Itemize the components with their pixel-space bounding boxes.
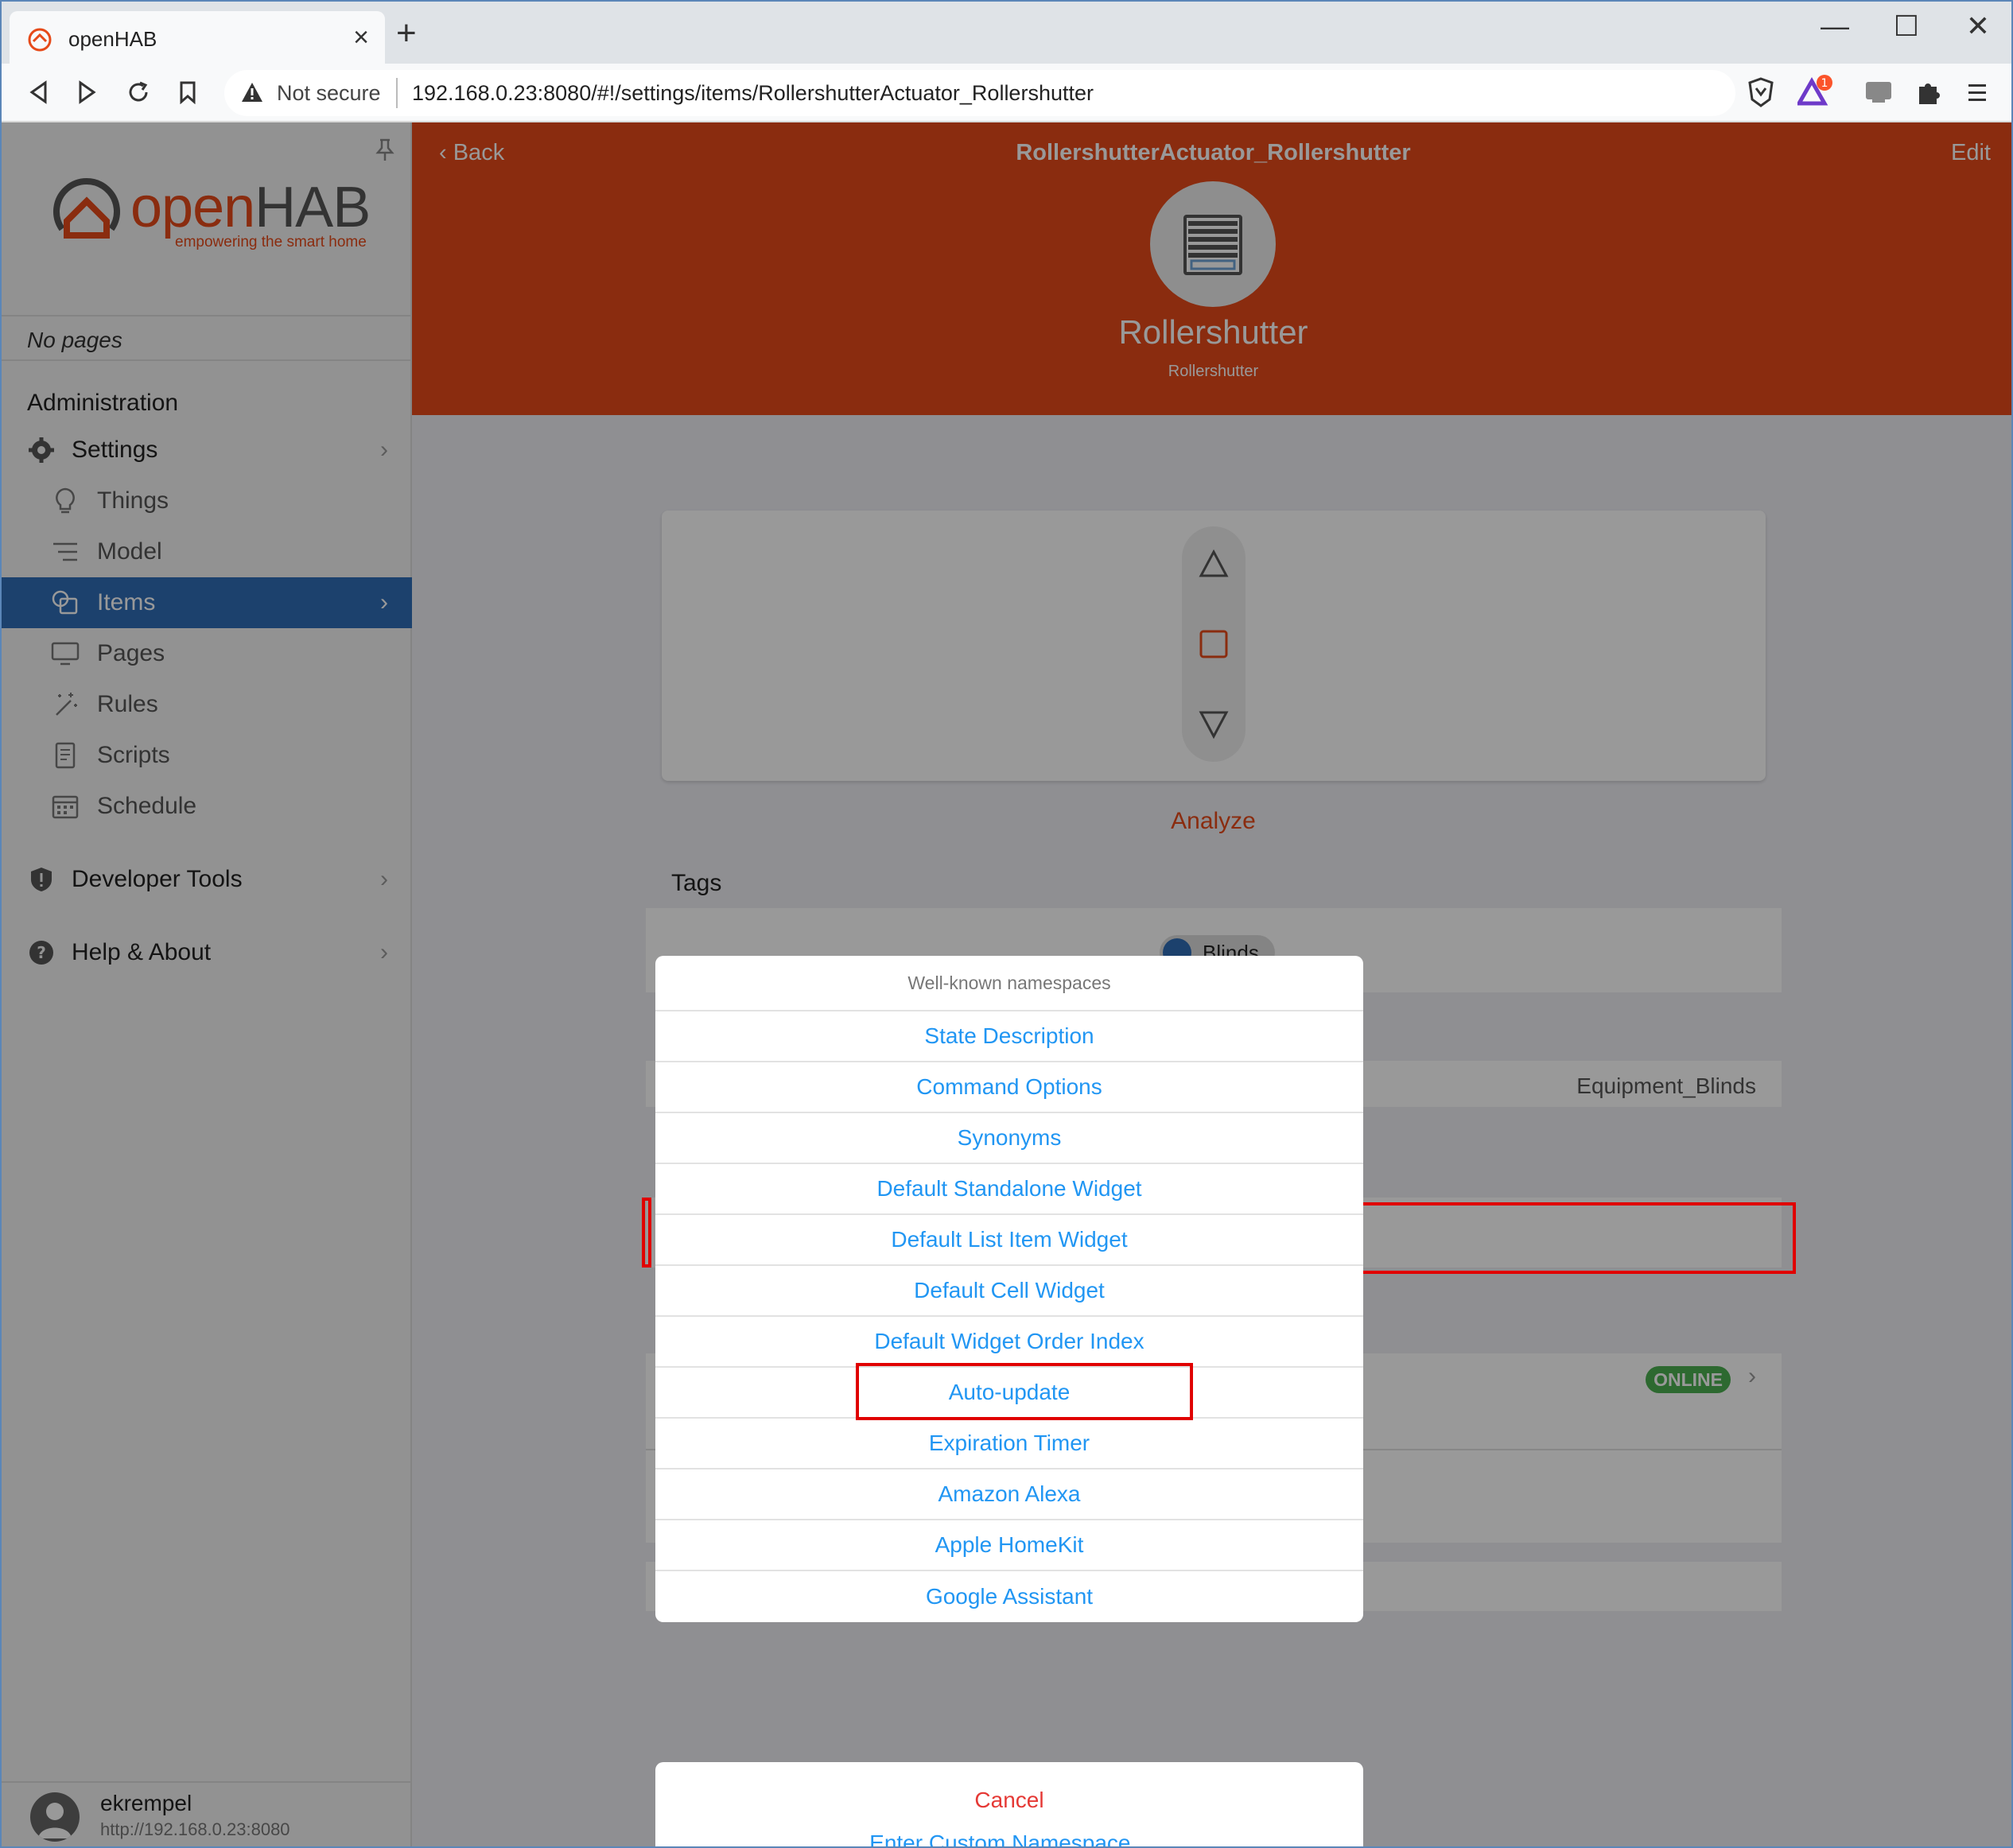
tab-bar: openHAB × + — ☐ ✕ [2, 2, 2011, 64]
browser-toolbar: Not secure 192.168.0.23:8080/#!/settings… [2, 64, 2011, 122]
browser-menu-icon[interactable] [1960, 75, 1995, 110]
wellknown-namespaces-sheet: Well-known namespaces State Description … [655, 956, 1363, 1622]
tab-title: openHAB [68, 27, 157, 51]
openhab-favicon-icon [28, 28, 52, 52]
close-window-icon[interactable]: ✕ [1950, 10, 2006, 43]
address-bar[interactable]: Not secure 192.168.0.23:8080/#!/settings… [224, 70, 1735, 116]
maximize-icon[interactable]: ☐ [1879, 10, 1934, 43]
namespace-default-widget-order-index-button[interactable]: Default Widget Order Index [655, 1317, 1363, 1368]
back-nav-icon[interactable] [21, 75, 56, 110]
highlight-box-left [642, 1198, 651, 1268]
svg-text:1: 1 [1821, 77, 1828, 90]
highlight-box-right [1360, 1202, 1796, 1274]
url-text[interactable]: 192.168.0.23:8080/#!/settings/items/Roll… [412, 81, 1094, 106]
close-tab-icon[interactable]: × [353, 22, 369, 53]
namespace-default-list-item-widget-button[interactable]: Default List Item Widget [655, 1215, 1363, 1266]
browser-window: openHAB × + — ☐ ✕ Not secure 192.168.0.2… [0, 0, 2013, 1848]
namespace-default-cell-widget-button[interactable]: Default Cell Widget [655, 1266, 1363, 1317]
namespace-google-assistant-button[interactable]: Google Assistant [655, 1571, 1363, 1622]
cancel-sheet: Cancel [655, 1775, 1363, 1826]
namespace-expiration-timer-button[interactable]: Expiration Timer [655, 1419, 1363, 1469]
namespace-synonyms-button[interactable]: Synonyms [655, 1113, 1363, 1164]
security-label[interactable]: Not secure [277, 81, 381, 106]
warning-icon [242, 83, 262, 102]
css-extension-icon[interactable] [1861, 75, 1896, 110]
new-tab-icon[interactable]: + [396, 16, 417, 51]
minimize-icon[interactable]: — [1807, 10, 1863, 43]
namespace-amazon-alexa-button[interactable]: Amazon Alexa [655, 1469, 1363, 1520]
sheet-header: Well-known namespaces [655, 956, 1363, 1011]
forward-nav-icon[interactable] [70, 75, 105, 110]
namespace-command-options-button[interactable]: Command Options [655, 1062, 1363, 1113]
cancel-button[interactable]: Cancel [655, 1775, 1363, 1826]
extensions-puzzle-icon[interactable] [1910, 75, 1945, 110]
namespace-apple-homekit-button[interactable]: Apple HomeKit [655, 1520, 1363, 1571]
reload-icon[interactable] [121, 75, 156, 110]
brave-shield-icon[interactable] [1743, 75, 1778, 110]
bookmark-icon[interactable] [170, 75, 205, 110]
highlight-box-auto-update [856, 1363, 1193, 1420]
namespace-default-standalone-widget-button[interactable]: Default Standalone Widget [655, 1164, 1363, 1215]
brave-rewards-icon[interactable]: 1 [1797, 75, 1832, 110]
openhab-app: openHAB empowering the smart home No pag… [2, 122, 2011, 1846]
browser-tab[interactable]: openHAB × [10, 11, 385, 64]
namespace-state-description-button[interactable]: State Description [655, 1011, 1363, 1062]
address-divider [396, 78, 398, 108]
